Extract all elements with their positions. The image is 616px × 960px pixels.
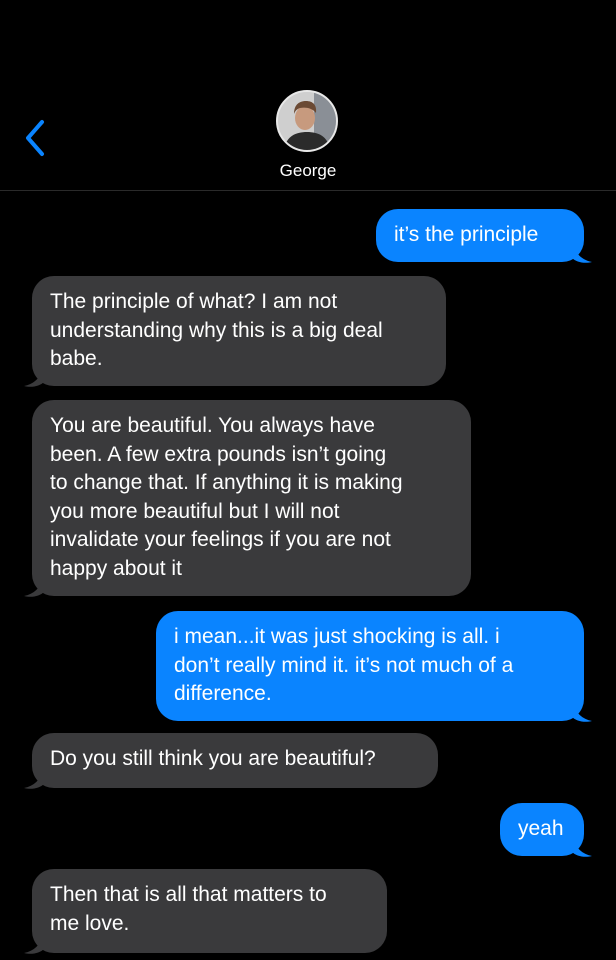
contact-avatar[interactable] [276,90,338,152]
message-text: i mean...it was just shocking is all. i … [174,625,514,705]
chevron-left-icon [26,120,44,156]
message-text: Do you still think you are beautiful? [50,747,376,770]
message-bubble-incoming[interactable]: Do you still think you are beautiful? [32,733,438,788]
message-text: it’s the principle [394,223,539,246]
message-bubble-incoming[interactable]: The principle of what? I am not understa… [32,276,446,386]
header-divider [0,190,616,191]
bubble-tail [572,244,592,263]
bubble-tail [24,770,44,789]
bubble-tail [572,838,592,857]
message-text: Then that is all that matters to me love… [50,883,327,935]
bubble-tail [24,368,44,387]
bubble-tail [24,935,44,954]
contact-name[interactable]: George [0,161,616,181]
bubble-tail [572,703,592,722]
message-bubble-outgoing[interactable]: i mean...it was just shocking is all. i … [156,611,584,721]
profile-photo [278,92,336,150]
message-text: The principle of what? I am not understa… [50,290,383,370]
message-text: yeah [518,817,564,840]
back-button[interactable] [18,118,54,158]
message-text: You are beautiful. You always have been.… [50,414,403,580]
conversation-header: George [0,0,616,190]
message-bubble-incoming[interactable]: Then that is all that matters to me love… [32,869,387,953]
message-bubble-incoming[interactable]: You are beautiful. You always have been.… [32,400,471,596]
message-bubble-outgoing[interactable]: it’s the principle [376,209,584,262]
bubble-tail [24,578,44,597]
